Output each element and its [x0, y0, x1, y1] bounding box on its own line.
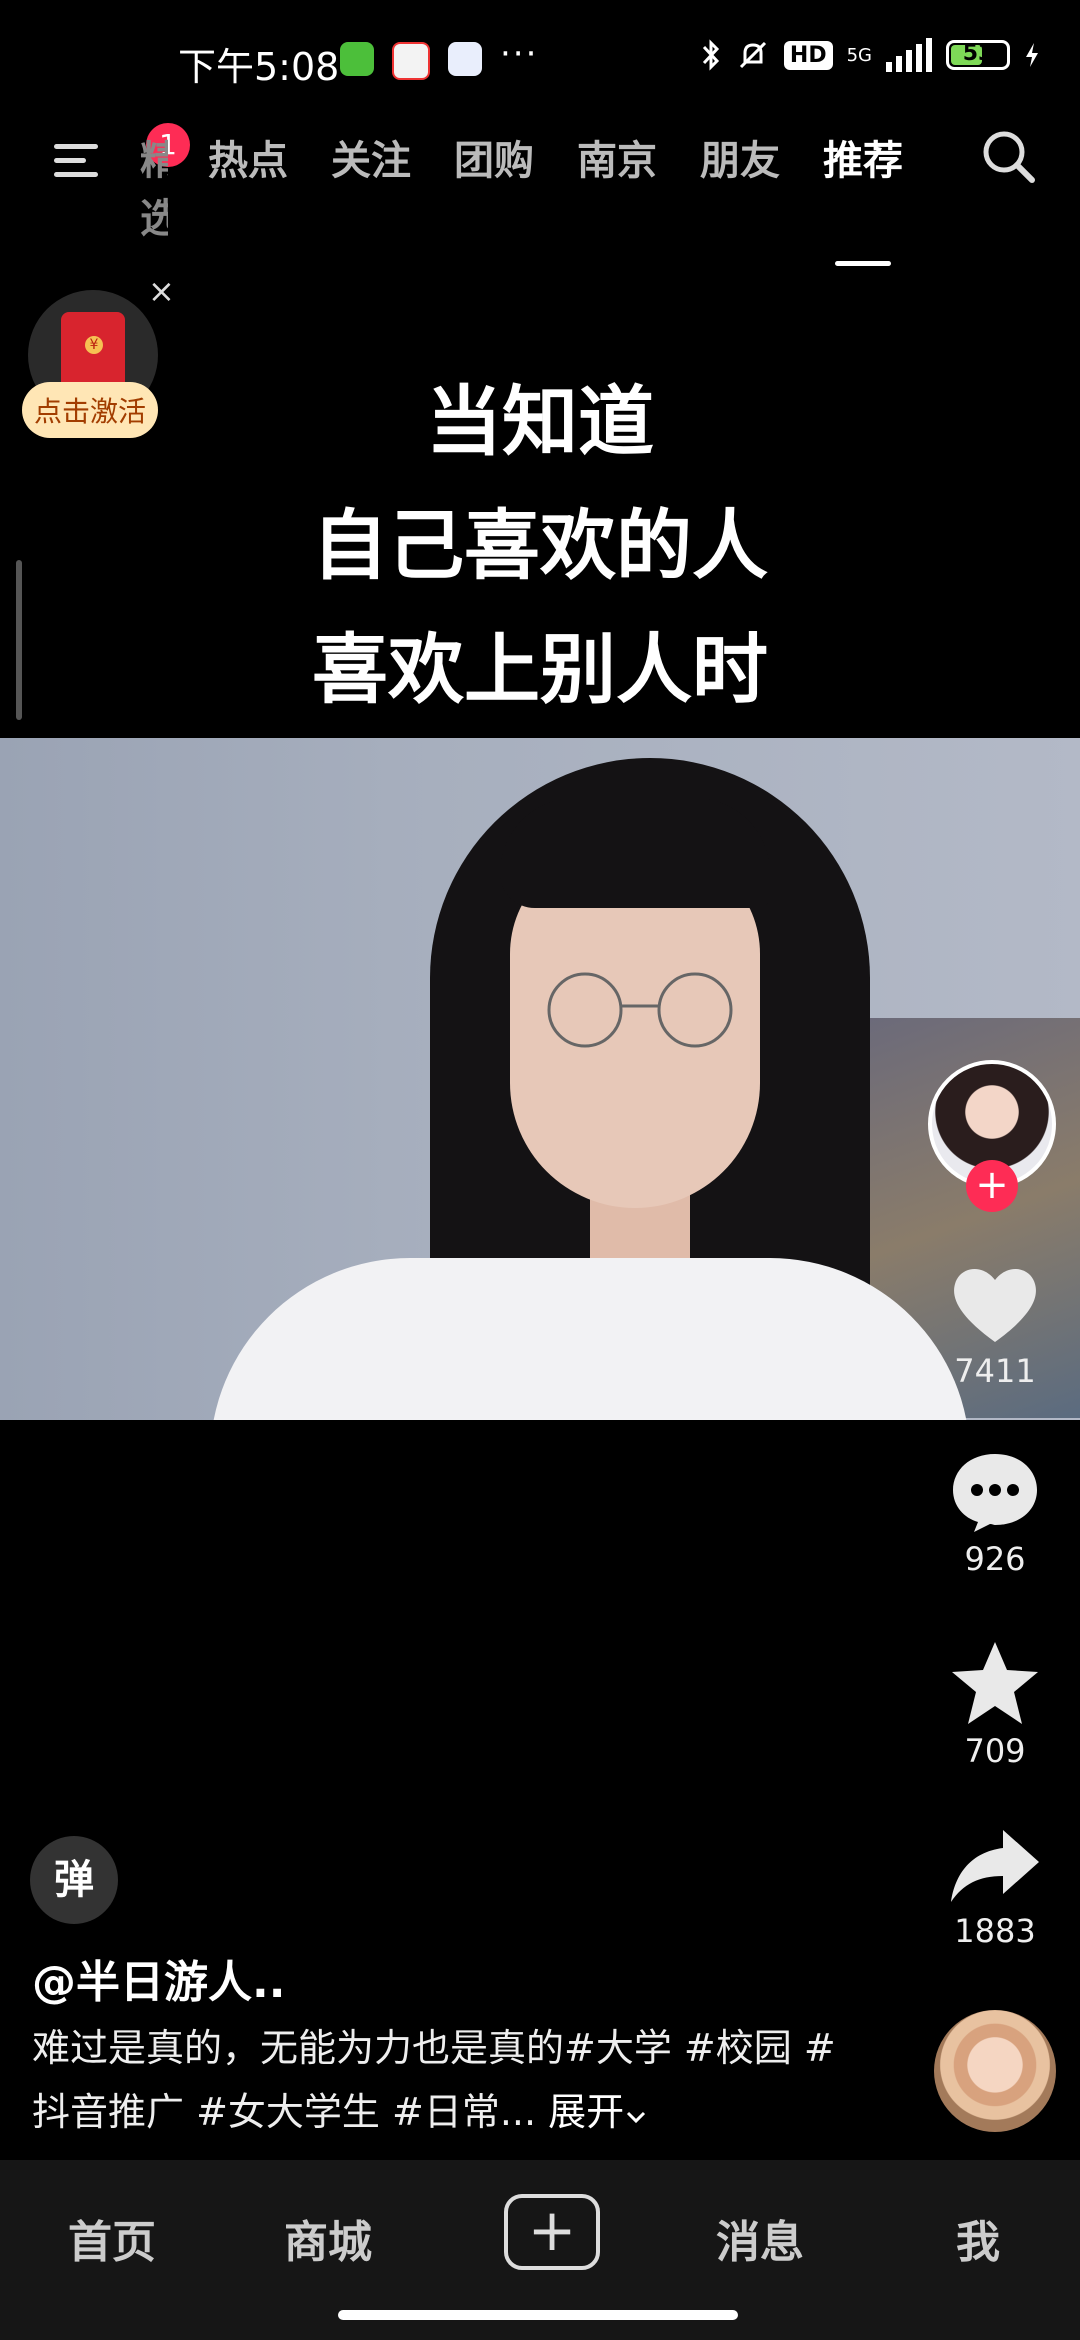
search-icon[interactable]: [978, 126, 1040, 188]
battery-level: 53: [962, 41, 994, 66]
nav-messages[interactable]: 消息: [716, 2206, 804, 2270]
comment-action[interactable]: 926: [930, 1450, 1060, 1578]
comment-icon[interactable]: [950, 1450, 1040, 1534]
share-icon[interactable]: [949, 1826, 1041, 1906]
music-disc[interactable]: [934, 2010, 1056, 2132]
nav-me[interactable]: 我: [956, 2206, 1000, 2270]
follow-button[interactable]: +: [966, 1160, 1018, 1212]
menu-button[interactable]: 1: [50, 123, 190, 188]
favorite-count: 709: [964, 1732, 1026, 1770]
tab-friends[interactable]: 朋友: [700, 128, 780, 244]
tab-following[interactable]: 关注: [331, 128, 411, 244]
more-notifications-icon: ···: [500, 34, 539, 74]
caption-line: 自己喜欢的人: [312, 501, 768, 590]
person-bangs: [500, 798, 770, 908]
mute-bell-icon: [739, 41, 766, 69]
glasses-icon: [547, 972, 733, 1048]
author-name[interactable]: @半日游人..: [32, 1946, 285, 2010]
tab-bar: 精选 热点 关注 团购 南京 朋友 推荐: [140, 128, 946, 266]
danmu-button[interactable]: 弹: [30, 1836, 118, 1924]
like-count: 7411: [954, 1352, 1036, 1390]
nav-home[interactable]: 首页: [68, 2206, 156, 2270]
home-indicator[interactable]: [338, 2310, 738, 2320]
tab-recommended[interactable]: 推荐: [823, 128, 903, 266]
app-notification-icon: [448, 42, 482, 76]
hd-badge: HD: [783, 40, 833, 70]
person-shirt: [210, 1258, 970, 1420]
tab-featured[interactable]: 精选: [140, 128, 168, 244]
post-description: 难过是真的，无能为力也是真的#大学 #校园 #抖音推广 #女大学生 #日常...…: [32, 2016, 862, 2144]
close-icon[interactable]: ×: [148, 272, 175, 310]
expand-label: 展开: [548, 2090, 625, 2134]
tab-group-buy[interactable]: 团购: [454, 128, 534, 244]
video-frame[interactable]: [0, 738, 1080, 1420]
heart-icon[interactable]: [949, 1262, 1041, 1346]
expand-button[interactable]: 展开: [548, 2090, 648, 2134]
favorite-action[interactable]: 709: [930, 1640, 1060, 1770]
plus-icon: +: [527, 2196, 577, 2264]
network-type: 5G: [846, 44, 872, 66]
bluetooth-icon: [702, 39, 719, 71]
comment-count: 926: [964, 1540, 1026, 1578]
nav-mall[interactable]: 商城: [284, 2206, 372, 2270]
chevron-down-icon: [627, 2111, 646, 2124]
video-caption: 当知道 自己喜欢的人 喜欢上别人时: [0, 360, 1080, 732]
like-action[interactable]: 7411: [930, 1262, 1060, 1390]
share-action[interactable]: 1883: [930, 1826, 1060, 1950]
top-nav: 1 精选 热点 关注 团购 南京 朋友 推荐: [0, 110, 1080, 266]
share-count: 1883: [954, 1912, 1036, 1950]
star-icon[interactable]: [950, 1640, 1040, 1726]
tab-hot[interactable]: 热点: [208, 128, 288, 244]
app-notification-icon: [340, 42, 374, 76]
create-button[interactable]: +: [504, 2194, 600, 2270]
status-bar: 下午5:08 ··· HD 5G 53: [0, 0, 1080, 120]
battery-icon: 53: [946, 40, 1010, 70]
caption-line: 喜欢上别人时: [312, 625, 768, 714]
status-app-icons: [340, 42, 482, 80]
tab-nanjing[interactable]: 南京: [577, 128, 657, 244]
description-text: 难过是真的，无能为力也是真的#大学 #校园 #抖音推广 #女大学生 #日常...: [32, 2026, 836, 2134]
app-notification-icon: [392, 42, 430, 80]
status-time: 下午5:08: [178, 45, 340, 89]
charging-icon: [1026, 43, 1038, 67]
caption-line: 当知道: [426, 377, 654, 466]
status-right: HD 5G 53: [700, 38, 1040, 72]
signal-icon: [886, 38, 932, 72]
